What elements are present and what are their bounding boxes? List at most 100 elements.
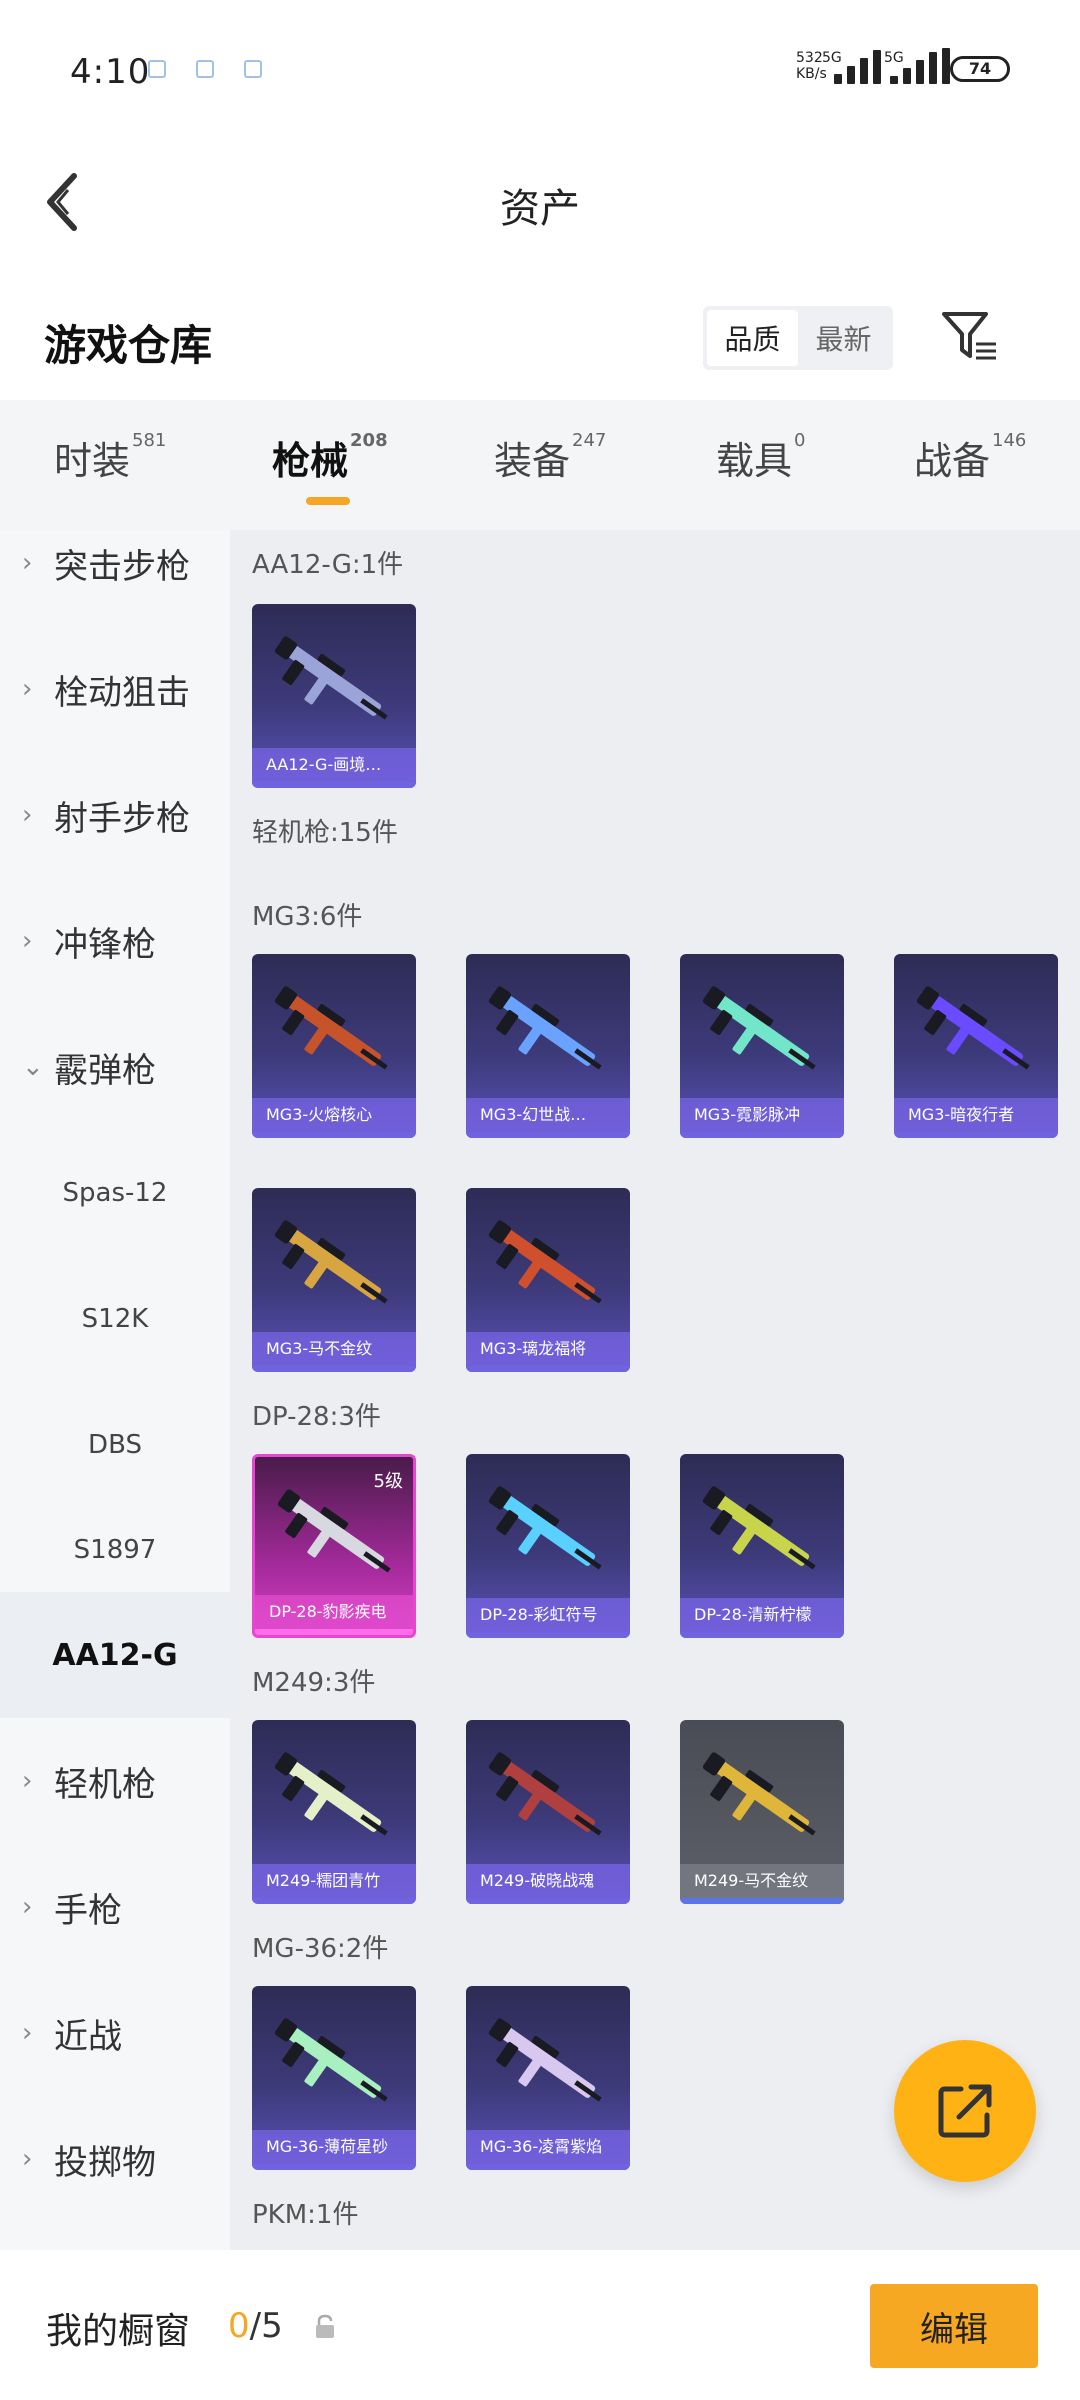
item-card[interactable]: MG3-璃龙福将: [466, 1188, 630, 1372]
sort-by-newest[interactable]: 最新: [798, 310, 889, 366]
rifle-icon: [702, 986, 816, 1070]
item-card[interactable]: MG3-幻世战…: [466, 954, 630, 1138]
sidebar-item[interactable]: › 投掷物: [0, 2096, 230, 2222]
tab-label: 装备: [494, 439, 571, 483]
rifle-icon: [488, 1486, 602, 1570]
item-name: MG3-璃龙福将: [466, 1332, 630, 1366]
tab-vehicles[interactable]: 载具 0: [716, 430, 805, 485]
rifle-icon: [277, 1489, 391, 1573]
sidebar-item[interactable]: AA12-G: [0, 1592, 230, 1718]
section-label: AA12-G:1件: [252, 550, 404, 580]
edit-button[interactable]: 编辑: [870, 2284, 1038, 2368]
sidebar-item[interactable]: › 冲锋枪: [0, 878, 230, 1004]
sidebar-item-label: 霰弹枪: [54, 1050, 156, 1091]
status-bar: 4:10 532 KB/s 5G 5G 74: [0, 0, 1080, 140]
item-grid: AA12-G:1件 轻机枪:15件 MG3:6件 DP-28:3件 M249:3件 MG-…: [230, 530, 1080, 2250]
tab-count: 581: [132, 430, 167, 452]
warehouse-title: 游戏仓库: [44, 321, 213, 370]
section-label: MG-36:2件: [252, 1934, 389, 1964]
sidebar-item[interactable]: › 突击步枪: [0, 530, 230, 626]
sidebar-item-label: 近战: [54, 2016, 122, 2057]
chevron-right-icon: ›: [22, 2144, 33, 2174]
tab-label: 枪械: [272, 439, 349, 483]
item-card[interactable]: MG-36-凌霄紫焰: [466, 1986, 630, 2170]
rarity-bar: [466, 2164, 630, 2170]
rifle-icon: [274, 986, 388, 1070]
item-card[interactable]: MG3-霓影脉冲: [680, 954, 844, 1138]
status-time: 4:10: [70, 52, 151, 92]
tab-combat-supplies[interactable]: 战备 146: [914, 430, 1026, 485]
tab-label: 战备: [914, 439, 991, 483]
rarity-bar: [466, 1366, 630, 1372]
share-icon: [938, 2084, 992, 2138]
rifle-icon: [702, 1486, 816, 1570]
sort-by-quality[interactable]: 品质: [707, 310, 798, 366]
tab-equipment[interactable]: 装备 247: [494, 430, 606, 485]
sidebar-item-label: 手枪: [54, 1890, 122, 1931]
showcase-bar: 我的橱窗 0/5 编辑: [0, 2250, 1080, 2400]
sidebar-item[interactable]: › 近战: [0, 1970, 230, 2096]
sidebar-item[interactable]: DBS: [0, 1382, 230, 1508]
net-speed-unit: KB/s: [796, 66, 827, 82]
item-card[interactable]: MG3-火熔核心: [252, 954, 416, 1138]
rarity-bar: [252, 1132, 416, 1138]
tab-count: 247: [572, 430, 607, 452]
rifle-icon: [274, 636, 388, 720]
item-card[interactable]: M249-糯团青竹: [252, 1720, 416, 1904]
item-name: MG-36-薄荷星砂: [252, 2130, 416, 2164]
item-card[interactable]: MG-36-薄荷星砂: [252, 1986, 416, 2170]
item-card[interactable]: AA12-G-画境…: [252, 604, 416, 788]
tab-label: 载具: [716, 439, 793, 483]
item-card[interactable]: MG3-马不金纹: [252, 1188, 416, 1372]
notification-icon: [196, 60, 214, 78]
active-tab-indicator: [306, 497, 350, 505]
tab-count: 146: [992, 430, 1027, 452]
tab-label: 时装: [54, 439, 131, 483]
tab-firearms[interactable]: 枪械 208: [272, 430, 388, 485]
rarity-bar: [252, 1366, 416, 1372]
showcase-count-current: 0: [228, 2306, 250, 2346]
tab-count: 208: [350, 430, 388, 452]
share-button[interactable]: [894, 2040, 1036, 2182]
sidebar-item[interactable]: › 轻机枪: [0, 1718, 230, 1844]
item-card[interactable]: MG3-暗夜行者: [894, 954, 1058, 1138]
sidebar-item[interactable]: S12K: [0, 1256, 230, 1382]
rarity-bar: [894, 1132, 1058, 1138]
battery-icon: 74: [950, 56, 1010, 82]
showcase-count-total: /5: [249, 2306, 283, 2346]
filter-icon[interactable]: [942, 310, 998, 362]
item-card[interactable]: DP-28-清新柠檬: [680, 1454, 844, 1638]
rifle-icon: [702, 1752, 816, 1836]
item-card[interactable]: 5级 DP-28-豹影疾电: [252, 1454, 416, 1638]
sidebar-item[interactable]: › 手枪: [0, 1844, 230, 1970]
rifle-icon: [274, 2018, 388, 2102]
item-name: M249-糯团青竹: [252, 1864, 416, 1898]
item-card[interactable]: M249-马不金纹: [680, 1720, 844, 1904]
section-label: 轻机枪:15件: [252, 818, 398, 848]
chevron-right-icon: ›: [22, 1766, 33, 1796]
item-name: MG3-马不金纹: [252, 1332, 416, 1366]
sidebar-item[interactable]: S1897: [0, 1508, 230, 1592]
sidebar-item[interactable]: ⌄ 霰弹枪: [0, 1004, 230, 1130]
sidebar-item[interactable]: › 射手步枪: [0, 752, 230, 878]
showcase-title: 我的橱窗: [46, 2311, 191, 2352]
signal-icon: [834, 48, 881, 84]
item-name: DP-28-豹影疾电: [255, 1595, 413, 1629]
chevron-right-icon: ›: [22, 548, 33, 578]
tab-fashion[interactable]: 时装 581: [54, 430, 166, 485]
item-name: MG3-暗夜行者: [894, 1098, 1058, 1132]
section-label: M249:3件: [252, 1668, 376, 1698]
item-card[interactable]: DP-28-彩虹符号: [466, 1454, 630, 1638]
rifle-icon: [488, 1220, 602, 1304]
rifle-icon: [274, 1220, 388, 1304]
sidebar-item-label: DBS: [88, 1430, 142, 1460]
item-name: M249-马不金纹: [680, 1864, 844, 1898]
sidebar-item-label: S1897: [73, 1535, 157, 1565]
sidebar-item[interactable]: › 栓动狙击: [0, 626, 230, 752]
chevron-right-icon: ›: [22, 1892, 33, 1922]
item-card[interactable]: M249-破晓战魂: [466, 1720, 630, 1904]
sidebar-item[interactable]: Spas-12: [0, 1130, 230, 1256]
rarity-bar: [252, 1898, 416, 1904]
chevron-right-icon: ›: [22, 2018, 33, 2048]
item-name: MG-36-凌霄紫焰: [466, 2130, 630, 2164]
